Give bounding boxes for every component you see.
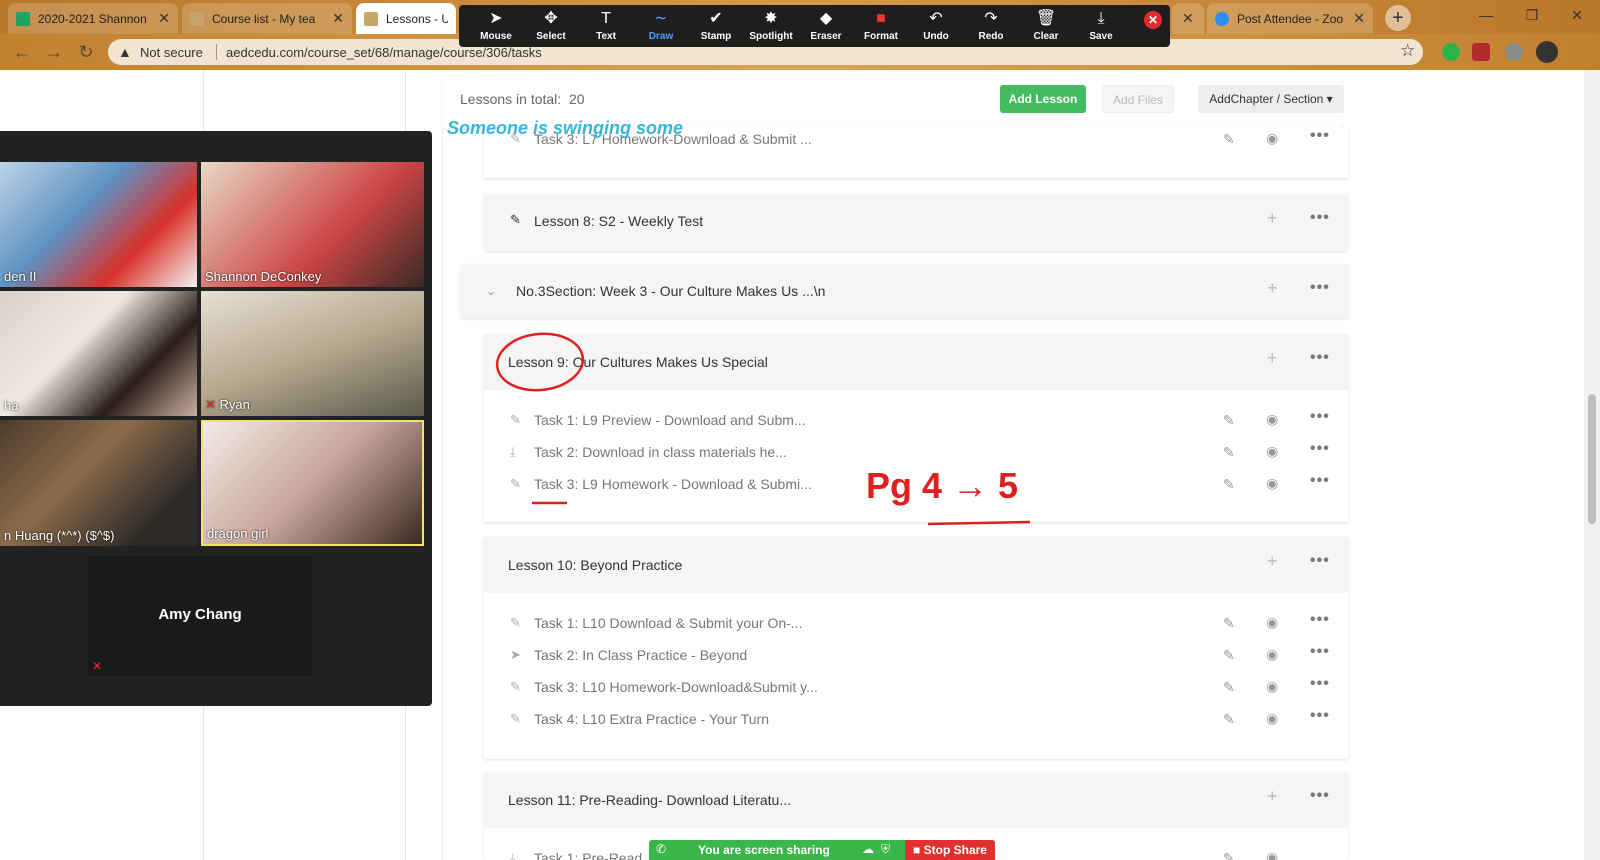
cloud-icon: ☁ — [862, 842, 874, 856]
annotation-circle — [495, 332, 585, 392]
annotation-handwriting: Pg 4 → 5 — [866, 465, 1018, 506]
stop-share-label: Stop Share — [923, 843, 987, 857]
stop-share-button[interactable]: ■ Stop Share — [905, 840, 995, 860]
phone-icon: ✆ — [656, 842, 667, 856]
annotation-underline — [927, 520, 1031, 526]
annotation-drawings: Pg 4 → 5 — [495, 332, 1031, 526]
share-status: You are screen sharing — [698, 843, 830, 857]
shield-icon: ⛨ — [881, 842, 891, 856]
